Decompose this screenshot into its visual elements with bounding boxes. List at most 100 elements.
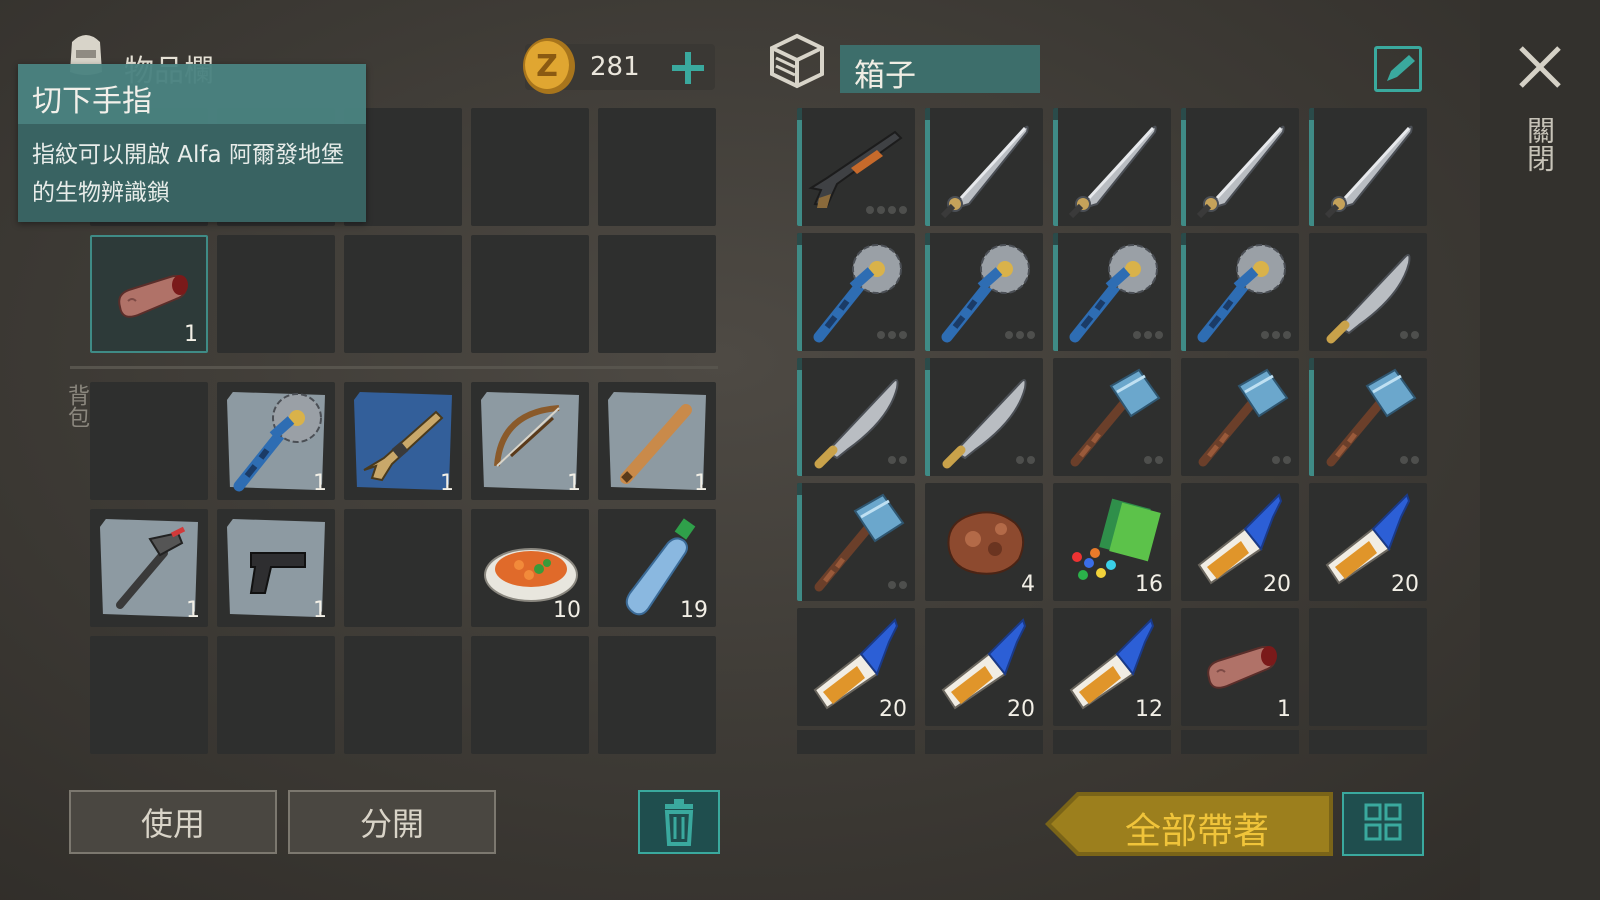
- durability-bar: [925, 358, 930, 476]
- empty-slot[interactable]: [90, 382, 208, 500]
- empty-slot[interactable]: [471, 235, 589, 353]
- durability-bar: [1053, 108, 1058, 226]
- svg-text:Z: Z: [536, 49, 558, 84]
- empty-slot[interactable]: [344, 636, 462, 754]
- item-quantity: 1: [694, 471, 708, 496]
- durability-bar: [925, 233, 930, 351]
- rename-button[interactable]: [1374, 46, 1422, 92]
- item-quantity: 1: [1277, 697, 1291, 722]
- section-divider: [70, 366, 718, 369]
- empty-slot[interactable]: [471, 636, 589, 754]
- empty-slot[interactable]: [598, 235, 716, 353]
- grid-icon: [1364, 803, 1402, 841]
- item-quantity: 19: [680, 598, 708, 623]
- slot-super-glue[interactable]: 20: [1309, 483, 1427, 601]
- item-quantity: 1: [440, 471, 454, 496]
- empty-slot[interactable]: [90, 636, 208, 754]
- upgrade-dots: [888, 581, 907, 589]
- slot-cleaver[interactable]: [797, 358, 915, 476]
- split-button[interactable]: 分開: [288, 790, 496, 854]
- slot-super-glue[interactable]: 20: [1181, 483, 1299, 601]
- item-quantity: 1: [567, 471, 581, 496]
- durability-bar: [925, 108, 930, 226]
- durability-bar: [797, 483, 802, 601]
- item-quantity: 4: [1021, 572, 1035, 597]
- empty-slot[interactable]: [217, 235, 335, 353]
- empty-slot[interactable]: [344, 235, 462, 353]
- item-quantity: 20: [1391, 572, 1419, 597]
- item-quantity: 12: [1135, 697, 1163, 722]
- close-button[interactable]: 關閉: [1515, 42, 1575, 192]
- slot-cleaver[interactable]: [925, 358, 1043, 476]
- container-next-row-peek: [797, 730, 1427, 754]
- slot-machete[interactable]: [1181, 108, 1299, 226]
- add-coins-button[interactable]: [668, 48, 708, 88]
- slot-sledgehammer[interactable]: [1181, 358, 1299, 476]
- slot-food-plate[interactable]: 10: [471, 509, 589, 627]
- slot-super-glue[interactable]: 20: [797, 608, 915, 726]
- item-quantity: 10: [553, 598, 581, 623]
- slot-super-glue[interactable]: 20: [925, 608, 1043, 726]
- empty-slot[interactable]: [1309, 608, 1427, 726]
- empty-slot[interactable]: [344, 509, 462, 627]
- slot-hammer-blueprint[interactable]: 1: [90, 509, 208, 627]
- slot-sledgehammer[interactable]: [1053, 358, 1171, 476]
- slot-saw-mace[interactable]: [1053, 233, 1171, 351]
- upgrade-dots: [1272, 456, 1291, 464]
- upgrade-dots: [1400, 331, 1419, 339]
- upgrade-dots: [1261, 331, 1291, 339]
- slot-saw-mace[interactable]: [925, 233, 1043, 351]
- slot-saw-mace-blueprint[interactable]: 1: [217, 382, 335, 500]
- backpack-label: 背包: [64, 384, 89, 428]
- item-quantity: 20: [1263, 572, 1291, 597]
- item-quantity: 20: [879, 697, 907, 722]
- empty-slot[interactable]: [598, 636, 716, 754]
- item-quantity: 1: [184, 322, 198, 347]
- slot-raw-meat[interactable]: 4: [925, 483, 1043, 601]
- slot-bat-blueprint[interactable]: 1: [598, 382, 716, 500]
- empty-slot[interactable]: [217, 636, 335, 754]
- empty-slot[interactable]: [598, 108, 716, 226]
- slot-water-bottle[interactable]: 19: [598, 509, 716, 627]
- durability-bar: [1181, 233, 1186, 351]
- slot-pistol-blueprint[interactable]: 1: [217, 509, 335, 627]
- durability-bar: [1309, 108, 1314, 226]
- item-quantity: 1: [313, 598, 327, 623]
- box-icon: [770, 33, 824, 89]
- tooltip-description: 指紋可以開啟 Alfa 阿爾發地堡的生物辨識鎖: [32, 142, 344, 206]
- slot-machete[interactable]: [1053, 108, 1171, 226]
- slot-sledgehammer[interactable]: [797, 483, 915, 601]
- slot-rifle-blueprint[interactable]: 1: [344, 382, 462, 500]
- coin-amount: 281: [590, 52, 640, 82]
- slot-seeds-packet[interactable]: 16: [1053, 483, 1171, 601]
- sort-button[interactable]: [1342, 792, 1424, 856]
- upgrade-dots: [1133, 331, 1163, 339]
- slot-bow-blueprint[interactable]: 1: [471, 382, 589, 500]
- item-quantity: 1: [313, 471, 327, 496]
- slot-sledgehammer[interactable]: [1309, 358, 1427, 476]
- delete-button[interactable]: [638, 790, 720, 854]
- container-title: 箱子: [854, 58, 916, 94]
- durability-bar: [797, 233, 802, 351]
- item-quantity: 16: [1135, 572, 1163, 597]
- slot-shotgun[interactable]: [797, 108, 915, 226]
- upgrade-dots: [877, 331, 907, 339]
- slot-saw-mace[interactable]: [797, 233, 915, 351]
- upgrade-dots: [1005, 331, 1035, 339]
- use-button[interactable]: 使用: [69, 790, 277, 854]
- upgrade-dots: [1400, 456, 1419, 464]
- slot-saw-mace[interactable]: [1181, 233, 1299, 351]
- empty-slot[interactable]: [471, 108, 589, 226]
- take-all-button[interactable]: 全部帶著: [1045, 792, 1333, 856]
- durability-bar: [1053, 233, 1058, 351]
- slot-super-glue[interactable]: 12: [1053, 608, 1171, 726]
- slot-machete[interactable]: [925, 108, 1043, 226]
- close-label: 關閉: [1523, 116, 1556, 172]
- plus-icon: [672, 52, 704, 84]
- slot-finger[interactable]: 1: [1181, 608, 1299, 726]
- slot-machete[interactable]: [1309, 108, 1427, 226]
- durability-bar: [797, 358, 802, 476]
- item-quantity: 20: [1007, 697, 1035, 722]
- slot-cleaver[interactable]: [1309, 233, 1427, 351]
- slot-finger[interactable]: 1: [90, 235, 208, 353]
